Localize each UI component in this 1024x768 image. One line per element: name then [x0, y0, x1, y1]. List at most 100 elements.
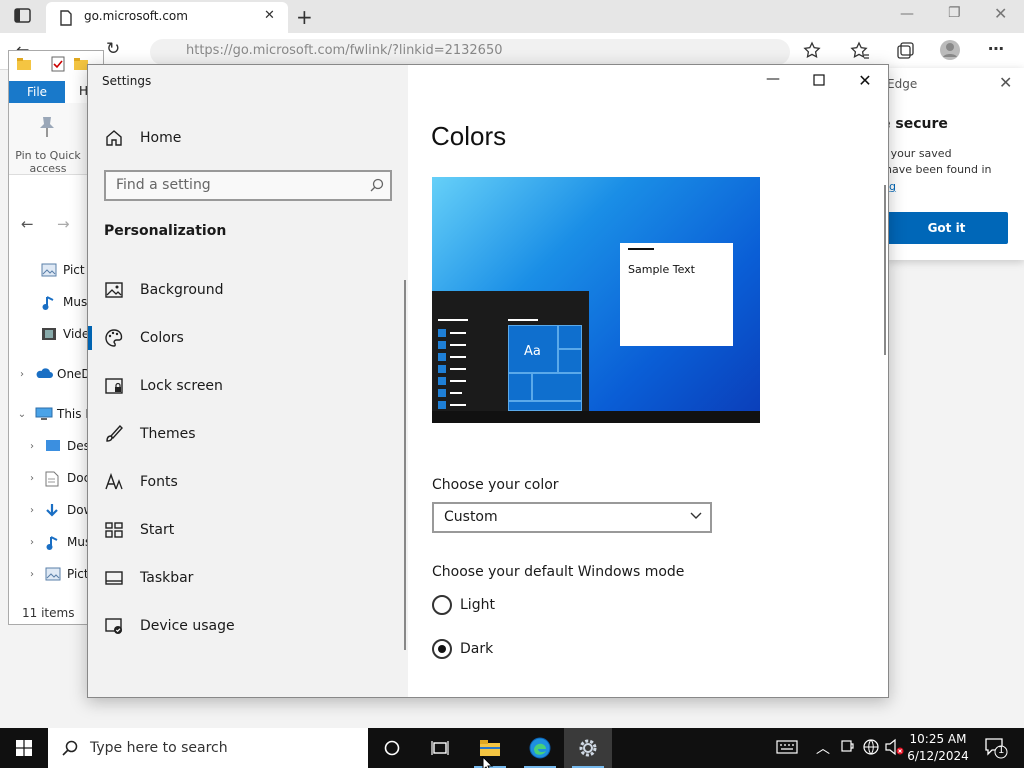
nav-item-start[interactable]: Start	[88, 506, 408, 554]
start-button[interactable]	[0, 728, 48, 768]
refresh-icon[interactable]: ↻	[106, 39, 120, 59]
volume-muted-icon[interactable]	[884, 738, 904, 756]
nav-item-lock-screen[interactable]: Lock screen	[88, 362, 408, 410]
find-setting-input[interactable]: Find a setting	[104, 170, 392, 201]
nav-item-fonts[interactable]: Fonts	[88, 458, 408, 506]
chevron-right-icon[interactable]: ›	[25, 569, 39, 580]
chevron-right-icon[interactable]: ›	[25, 441, 39, 452]
favorites-icon[interactable]	[850, 41, 870, 61]
close-window-icon[interactable]: ✕	[994, 4, 1007, 23]
chevron-right-icon[interactable]: ›	[15, 369, 29, 380]
close-button[interactable]: ✕	[842, 71, 888, 93]
popup-body: ks your saved y have been found in	[887, 146, 992, 178]
nav-tree-item[interactable]: › OneD	[15, 363, 91, 385]
minimize-icon[interactable]: —	[900, 6, 914, 22]
network-icon[interactable]	[862, 738, 880, 756]
desktop-icon	[45, 439, 61, 453]
settings-nav-pane: Settings Home Find a setting Personaliza…	[88, 65, 408, 697]
nav-item-device-usage[interactable]: Device usage	[88, 602, 408, 650]
chevron-right-icon[interactable]: ›	[25, 537, 39, 548]
file-ribbon-tab[interactable]: File	[9, 81, 65, 103]
got-it-button[interactable]: Got it	[887, 212, 1008, 244]
maximize-button[interactable]	[796, 71, 842, 93]
restore-icon[interactable]: ❐	[948, 5, 961, 21]
radio-dark[interactable]: Dark	[432, 637, 493, 661]
cortana-button[interactable]	[368, 728, 416, 768]
nav-scrollbar[interactable]	[404, 280, 406, 650]
radio-button[interactable]	[432, 595, 452, 615]
nav-item-label: Fonts	[140, 474, 178, 490]
nav-tree-item[interactable]: › Mus	[25, 531, 91, 553]
keyboard-icon[interactable]	[776, 739, 798, 755]
chevron-right-icon[interactable]: ›	[25, 473, 39, 484]
settings-content-pane: — ✕ Colors Sample Text Aa Choose your co…	[408, 65, 888, 697]
nav-tree-item[interactable]: › Doc	[25, 467, 90, 489]
nav-tree-label: Pict	[67, 567, 89, 581]
preview-sample-text: Sample Text	[628, 263, 695, 276]
chevron-right-icon[interactable]: ›	[25, 505, 39, 516]
profile-avatar-icon[interactable]	[939, 39, 961, 61]
image-icon	[105, 282, 123, 298]
radio-button-selected[interactable]	[432, 639, 452, 659]
color-mode-dropdown[interactable]: Custom	[432, 502, 712, 533]
favorite-add-icon[interactable]	[803, 41, 823, 61]
collections-icon[interactable]	[895, 41, 915, 61]
nav-item-background[interactable]: Background	[88, 266, 408, 314]
documents-icon	[45, 471, 61, 487]
clock-time: 10:25 AM	[909, 732, 967, 746]
nav-item-taskbar[interactable]: Taskbar	[88, 554, 408, 602]
choose-color-label: Choose your color	[432, 477, 559, 493]
nav-tree-item[interactable]: Mus	[35, 291, 87, 313]
nav-item-themes[interactable]: Themes	[88, 410, 408, 458]
preview-sample-window: Sample Text	[620, 243, 733, 346]
nav-item-label: Device usage	[140, 618, 235, 634]
device-usage-icon	[105, 618, 122, 634]
back-arrow-icon[interactable]: ←	[21, 215, 34, 233]
content-scrollbar[interactable]	[884, 185, 886, 355]
fonts-icon	[105, 472, 123, 490]
notification-center-icon[interactable]: 1	[984, 737, 1008, 759]
nav-item-label: Themes	[140, 426, 196, 442]
properties-icon[interactable]	[51, 56, 65, 72]
address-bar[interactable]: https://go.microsoft.com/fwlink/?linkid=…	[150, 39, 790, 65]
chevron-down-icon	[690, 512, 702, 519]
popup-close-icon[interactable]: ✕	[999, 73, 1012, 92]
color-preview-image: Sample Text Aa	[432, 177, 760, 423]
browser-tab[interactable]: go.microsoft.com ✕	[46, 2, 288, 33]
music-icon	[41, 295, 57, 310]
nav-item-label: Taskbar	[140, 570, 194, 586]
chevron-down-icon[interactable]: ⌄	[15, 409, 29, 420]
nav-home[interactable]: Home	[88, 114, 408, 162]
radio-light[interactable]: Light	[432, 593, 495, 617]
edge-tab-strip: go.microsoft.com ✕ + — ❐ ✕	[0, 0, 1024, 33]
taskbar-search-box[interactable]: Type here to search	[48, 728, 368, 768]
tab-actions-icon[interactable]	[14, 8, 32, 24]
nav-tree-item[interactable]: Pict	[35, 259, 85, 281]
pin-icon[interactable]	[37, 115, 57, 139]
close-tab-icon[interactable]: ✕	[264, 8, 275, 23]
nav-tree-item[interactable]: › Pict	[25, 563, 89, 585]
nav-tree-item[interactable]: ⌄ This P	[15, 403, 93, 425]
more-menu-icon[interactable]: ⋯	[988, 39, 1004, 58]
show-hidden-icons-icon[interactable]: ︿	[816, 738, 830, 758]
pin-to-quick-access-label[interactable]: Pin to Quick access	[11, 149, 85, 175]
start-tiles-icon	[105, 522, 123, 538]
search-icon	[370, 178, 384, 192]
forward-arrow-icon[interactable]: →	[57, 215, 70, 233]
clock-date: 6/12/2024	[907, 749, 969, 763]
notification-count: 1	[998, 745, 1005, 756]
new-tab-icon[interactable]: +	[296, 5, 313, 29]
system-clock[interactable]: 10:25 AM 6/12/2024	[906, 731, 970, 765]
settings-taskbar-button[interactable]	[564, 728, 612, 768]
minimize-button[interactable]: —	[750, 71, 796, 93]
videos-icon	[41, 327, 57, 341]
task-view-button[interactable]	[416, 728, 464, 768]
nav-tree-item[interactable]: Vide	[35, 323, 89, 345]
nav-tree-item[interactable]: › Dow	[25, 499, 93, 521]
device-icon[interactable]	[840, 738, 854, 754]
taskbar-icon	[105, 571, 123, 585]
windows-taskbar: Type here to search ︿ 10:25 AM 6/12/2024…	[0, 728, 1024, 768]
edge-taskbar-button[interactable]	[516, 728, 564, 768]
nav-item-colors[interactable]: Colors	[88, 314, 408, 362]
home-icon	[106, 130, 122, 146]
